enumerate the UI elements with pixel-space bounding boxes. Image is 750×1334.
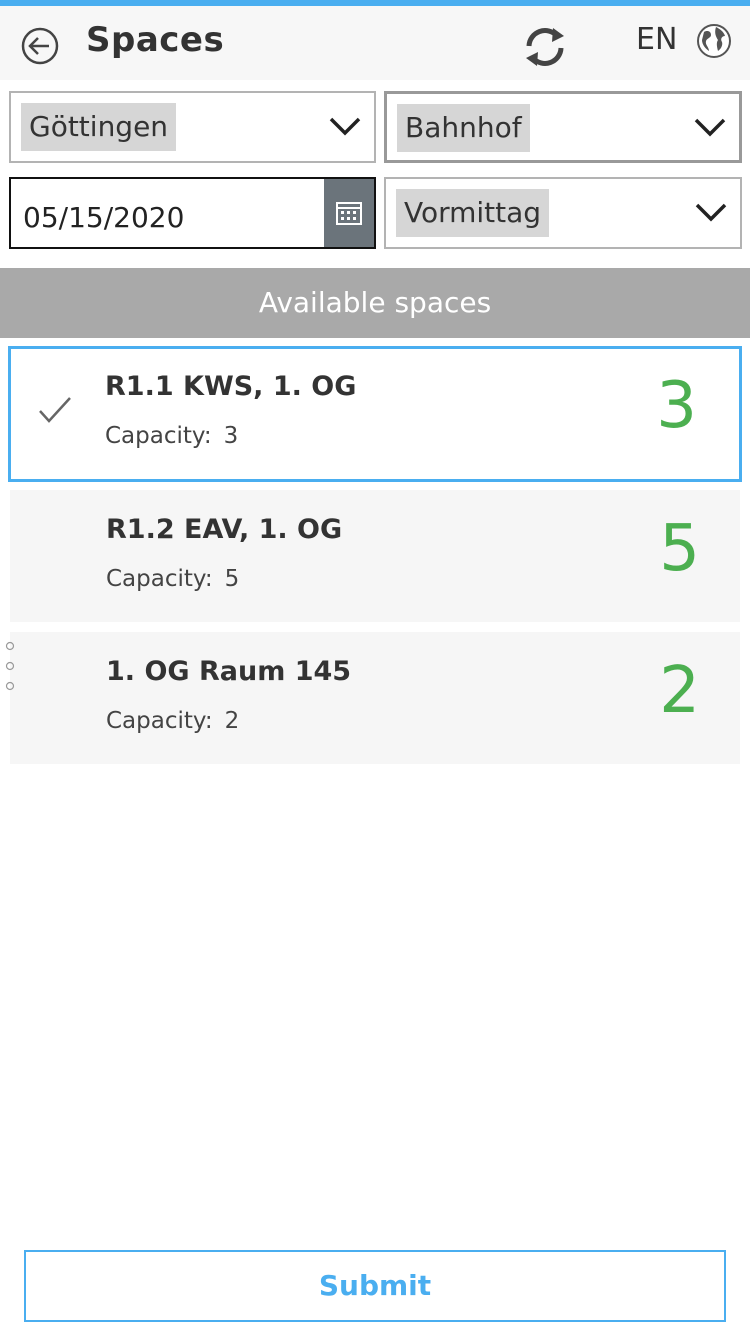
- back-arrow-icon[interactable]: [20, 26, 60, 66]
- time-slot-value: Vormittag: [396, 189, 550, 237]
- city-dropdown[interactable]: Göttingen: [9, 91, 376, 163]
- language-selector[interactable]: EN: [636, 22, 677, 57]
- date-input[interactable]: 05/15/2020: [9, 177, 376, 249]
- space-name: R1.1 KWS, 1. OG: [105, 371, 357, 402]
- space-capacity: Capacity: 5: [106, 566, 239, 592]
- globe-icon[interactable]: [696, 23, 732, 59]
- chevron-down-icon: [695, 203, 727, 222]
- space-item[interactable]: 1. OG Raum 145 Capacity: 2 2: [10, 632, 740, 764]
- available-spaces-header: Available spaces: [0, 268, 750, 338]
- date-value: 05/15/2020: [23, 201, 185, 234]
- space-name: R1.2 EAV, 1. OG: [106, 514, 343, 545]
- capacity-value: 3: [223, 423, 239, 449]
- available-count: 3: [656, 369, 697, 443]
- chevron-down-icon: [329, 117, 361, 136]
- calendar-icon: [336, 202, 362, 225]
- capacity-label: Capacity:: [106, 566, 213, 592]
- app-header: Spaces EN: [0, 6, 750, 80]
- refresh-icon[interactable]: [520, 22, 570, 72]
- space-item[interactable]: R1.2 EAV, 1. OG Capacity: 5 5: [10, 490, 740, 622]
- available-count: 2: [659, 654, 700, 728]
- submit-button[interactable]: Submit: [24, 1250, 726, 1322]
- drag-handle-icon[interactable]: [5, 641, 15, 693]
- space-capacity: Capacity: 2: [106, 708, 239, 734]
- location-value: Bahnhof: [397, 104, 530, 152]
- available-count: 5: [659, 512, 700, 586]
- space-name: 1. OG Raum 145: [106, 656, 352, 687]
- location-dropdown[interactable]: Bahnhof: [384, 91, 742, 163]
- checkmark-icon: [39, 397, 71, 423]
- capacity-label: Capacity:: [105, 423, 212, 449]
- time-slot-dropdown[interactable]: Vormittag: [384, 177, 742, 249]
- space-item[interactable]: R1.1 KWS, 1. OG Capacity: 3 3: [8, 346, 742, 482]
- capacity-label: Capacity:: [106, 708, 213, 734]
- page-title: Spaces: [86, 20, 225, 60]
- calendar-button[interactable]: [324, 179, 374, 247]
- capacity-value: 5: [224, 566, 240, 592]
- space-capacity: Capacity: 3: [105, 423, 238, 449]
- city-value: Göttingen: [21, 103, 177, 151]
- chevron-down-icon: [694, 118, 726, 137]
- capacity-value: 2: [224, 708, 240, 734]
